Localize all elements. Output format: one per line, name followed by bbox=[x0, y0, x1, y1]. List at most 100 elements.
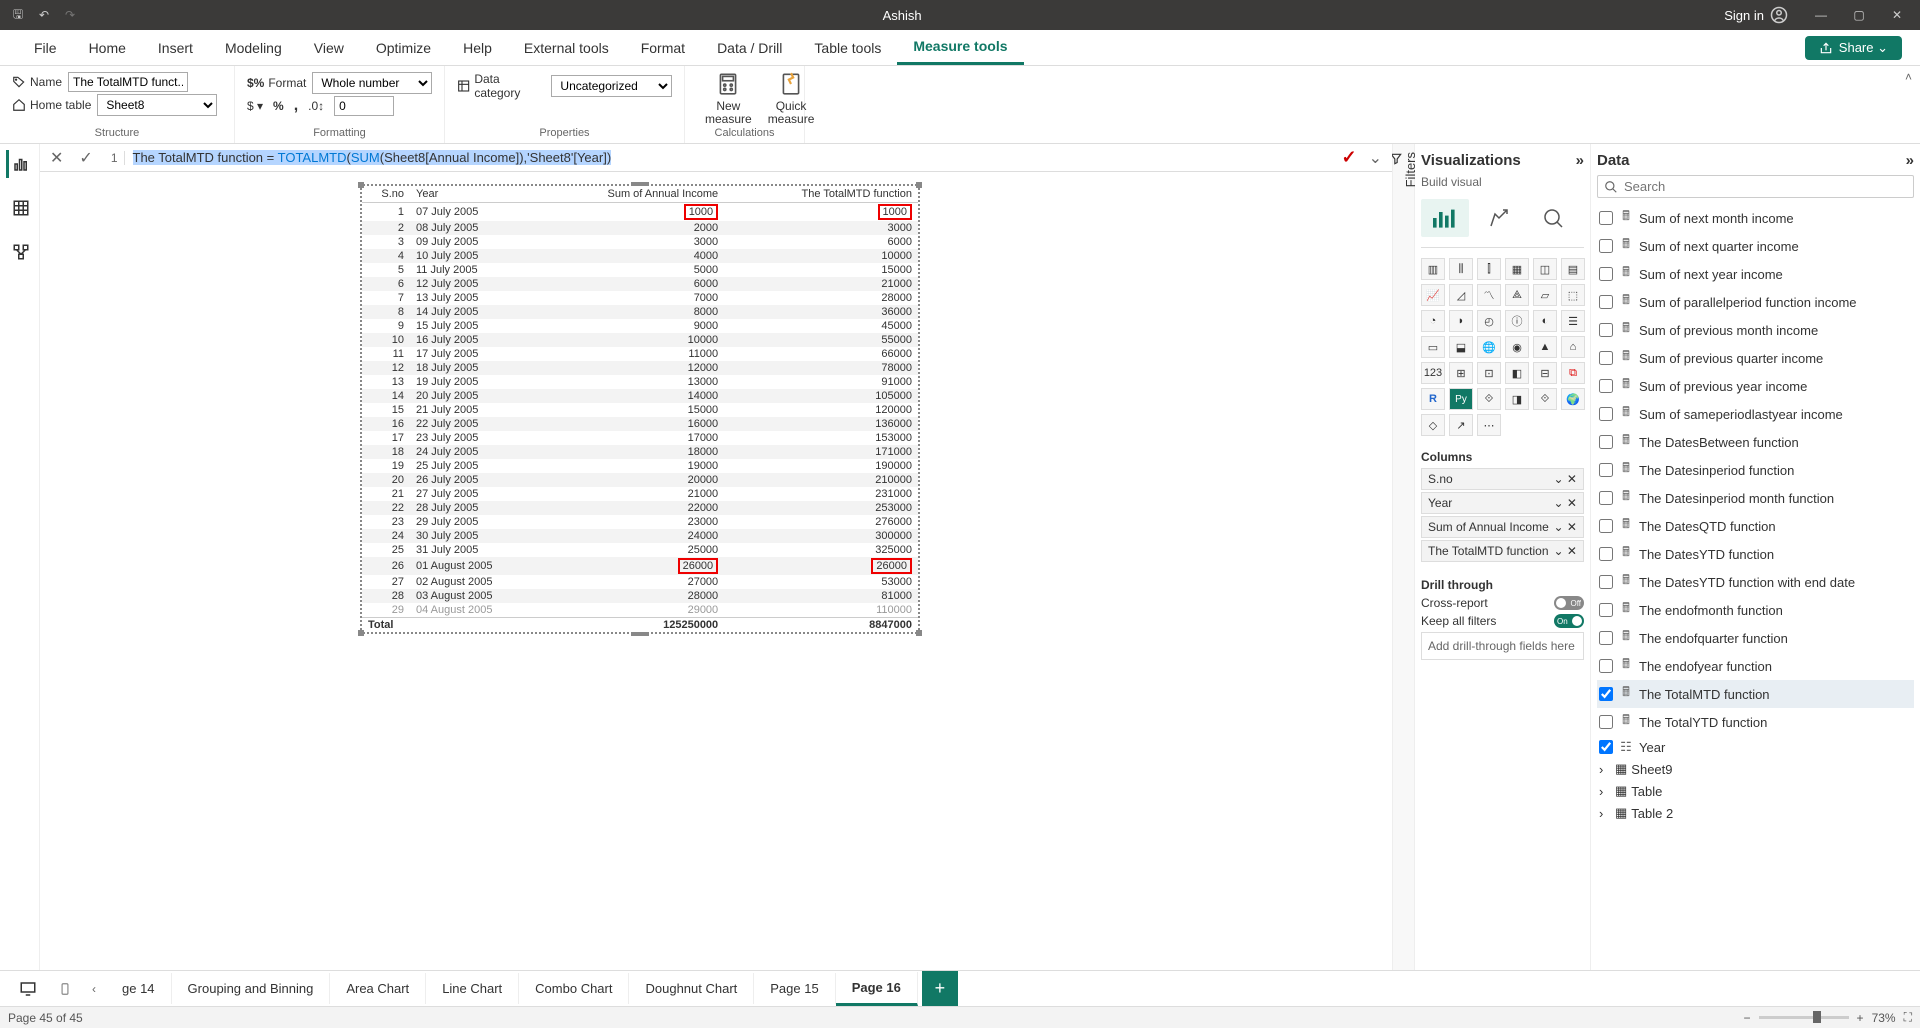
viz-type-icon[interactable]: ↗ bbox=[1449, 414, 1473, 436]
fit-page-icon[interactable]: ⛶ bbox=[1904, 1010, 1912, 1025]
field-checkbox[interactable] bbox=[1599, 715, 1613, 729]
collapse-ribbon-icon[interactable]: ˄ bbox=[1905, 70, 1912, 84]
viz-type-icon[interactable]: Py bbox=[1449, 388, 1473, 410]
viz-type-icon[interactable]: ⊞ bbox=[1449, 362, 1473, 384]
table-row[interactable]: 1117 July 20051100066000 bbox=[362, 347, 918, 361]
table-row[interactable]: 2531 July 200525000325000 bbox=[362, 543, 918, 557]
table-row[interactable]: 713 July 2005700028000 bbox=[362, 291, 918, 305]
field-item[interactable]: 🖩Sum of previous month income bbox=[1597, 316, 1914, 344]
page-tab[interactable]: Grouping and Binning bbox=[172, 973, 331, 1004]
viz-type-icon[interactable]: ⟐ bbox=[1533, 388, 1557, 410]
tab-optimize[interactable]: Optimize bbox=[360, 32, 447, 64]
viz-type-icon[interactable]: ▲ bbox=[1533, 336, 1557, 358]
table-row[interactable]: 2329 July 200523000276000 bbox=[362, 515, 918, 529]
tab-home[interactable]: Home bbox=[73, 32, 142, 64]
field-item[interactable]: 🖩Sum of sameperiodlastyear income bbox=[1597, 400, 1914, 428]
viz-type-icon[interactable]: ⟐ bbox=[1477, 388, 1501, 410]
field-checkbox[interactable] bbox=[1599, 351, 1613, 365]
field-item[interactable]: 🖩Sum of next month income bbox=[1597, 204, 1914, 232]
build-visual-tab[interactable] bbox=[1421, 199, 1469, 237]
field-item[interactable]: 🖩Sum of next year income bbox=[1597, 260, 1914, 288]
field-checkbox[interactable] bbox=[1599, 491, 1613, 505]
field-item[interactable]: 🖩The DatesYTD function bbox=[1597, 540, 1914, 568]
field-item[interactable]: 🖩The Datesinperiod function bbox=[1597, 456, 1914, 484]
tab-table-tools[interactable]: Table tools bbox=[798, 32, 897, 64]
viz-type-icon[interactable]: ◇ bbox=[1421, 414, 1445, 436]
collapse-viz-icon[interactable]: » bbox=[1576, 152, 1584, 169]
model-view-icon[interactable] bbox=[6, 238, 34, 266]
field-checkbox[interactable] bbox=[1599, 379, 1613, 393]
viz-type-icon[interactable]: ⫼ bbox=[1449, 258, 1473, 280]
viz-type-icon[interactable]: ⌂ bbox=[1561, 336, 1585, 358]
field-checkbox[interactable] bbox=[1599, 295, 1613, 309]
tab-format[interactable]: Format bbox=[625, 32, 701, 64]
table-row[interactable]: 2904 August 200529000110000 bbox=[362, 603, 918, 618]
field-checkbox[interactable] bbox=[1599, 463, 1613, 477]
table-row[interactable]: 1016 July 20051000055000 bbox=[362, 333, 918, 347]
viz-type-icon[interactable]: ▤ bbox=[1561, 258, 1585, 280]
cross-report-toggle[interactable]: Off bbox=[1554, 596, 1584, 610]
table-row[interactable]: 814 July 2005800036000 bbox=[362, 305, 918, 319]
save-icon[interactable]: 🖫 bbox=[8, 5, 28, 25]
field-checkbox[interactable] bbox=[1599, 267, 1613, 281]
field-checkbox[interactable] bbox=[1599, 519, 1613, 533]
table-row[interactable]: 612 July 2005600021000 bbox=[362, 277, 918, 291]
tab-help[interactable]: Help bbox=[447, 32, 508, 64]
data-category-select[interactable]: Uncategorized bbox=[551, 75, 672, 97]
collapse-data-icon[interactable]: » bbox=[1906, 152, 1914, 169]
table-row[interactable]: 1420 July 200514000105000 bbox=[362, 389, 918, 403]
search-input[interactable] bbox=[1624, 179, 1907, 194]
table-row[interactable]: 2026 July 200520000210000 bbox=[362, 473, 918, 487]
page-tab[interactable]: ge 14 bbox=[106, 973, 172, 1004]
field-item[interactable]: 🖩The endofmonth function bbox=[1597, 596, 1914, 624]
table-row[interactable]: 309 July 200530006000 bbox=[362, 235, 918, 249]
viz-type-icon[interactable]: 〽 bbox=[1477, 284, 1501, 306]
close-icon[interactable]: ✕ bbox=[1882, 8, 1912, 22]
viz-type-icon[interactable]: ◨ bbox=[1505, 388, 1529, 410]
tab-data-drill[interactable]: Data / Drill bbox=[701, 32, 798, 64]
viz-type-icon[interactable]: 123 bbox=[1421, 362, 1445, 384]
field-item[interactable]: ☷Year bbox=[1597, 736, 1914, 758]
viz-type-icon[interactable]: ◴ bbox=[1477, 310, 1501, 332]
viz-type-icon[interactable]: ⬓ bbox=[1449, 336, 1473, 358]
prev-page-icon[interactable]: ‹ bbox=[82, 982, 106, 996]
table-row[interactable]: 1218 July 20051200078000 bbox=[362, 361, 918, 375]
formula-text[interactable]: The TotalMTD function = TOTALMTD(SUM(She… bbox=[133, 150, 1326, 166]
field-well-item[interactable]: Sum of Annual Income⌄ ✕ bbox=[1421, 516, 1584, 538]
page-tab[interactable]: Page 16 bbox=[836, 972, 918, 1006]
tab-modeling[interactable]: Modeling bbox=[209, 32, 298, 64]
field-item[interactable]: 🖩Sum of previous year income bbox=[1597, 372, 1914, 400]
comma-icon[interactable]: , bbox=[294, 97, 298, 115]
field-item[interactable]: 🖩The TotalYTD function bbox=[1597, 708, 1914, 736]
undo-icon[interactable]: ↶ bbox=[34, 5, 54, 25]
table-row[interactable]: 107 July 200510001000 bbox=[362, 203, 918, 222]
viz-type-icon[interactable]: ⊡ bbox=[1477, 362, 1501, 384]
page-tab[interactable]: Combo Chart bbox=[519, 973, 629, 1004]
home-table-select[interactable]: Sheet8 bbox=[97, 94, 217, 116]
zoom-in-icon[interactable]: + bbox=[1857, 1011, 1864, 1025]
viz-type-icon[interactable]: ⊟ bbox=[1533, 362, 1557, 384]
viz-type-icon[interactable]: 🌐 bbox=[1477, 336, 1501, 358]
table-row[interactable]: 1319 July 20051300091000 bbox=[362, 375, 918, 389]
new-measure-button[interactable]: New measure bbox=[697, 70, 760, 126]
format-visual-tab[interactable] bbox=[1475, 199, 1523, 237]
field-checkbox[interactable] bbox=[1599, 323, 1613, 337]
field-item[interactable]: 🖩Sum of next quarter income bbox=[1597, 232, 1914, 260]
add-page-button[interactable]: + bbox=[922, 971, 958, 1006]
canvas[interactable]: ✕ ✓ 1 The TotalMTD function = TOTALMTD(S… bbox=[40, 144, 1392, 970]
add-drill-fields[interactable]: Add drill-through fields here bbox=[1421, 632, 1584, 660]
field-well-item[interactable]: Year⌄ ✕ bbox=[1421, 492, 1584, 514]
viz-type-icon[interactable]: ▦ bbox=[1505, 258, 1529, 280]
field-checkbox[interactable] bbox=[1599, 239, 1613, 253]
redo-icon[interactable]: ↷ bbox=[60, 5, 80, 25]
field-item[interactable]: 🖩The DatesBetween function bbox=[1597, 428, 1914, 456]
table-row[interactable]: 2430 July 200524000300000 bbox=[362, 529, 918, 543]
viz-type-icon[interactable]: ⓘ bbox=[1505, 310, 1529, 332]
field-checkbox[interactable] bbox=[1599, 687, 1613, 701]
keep-all-toggle[interactable]: On bbox=[1554, 614, 1584, 628]
field-checkbox[interactable] bbox=[1599, 547, 1613, 561]
expand-formula-icon[interactable]: ⌄ bbox=[1365, 148, 1386, 168]
field-item[interactable]: 🖩The endofquarter function bbox=[1597, 624, 1914, 652]
viz-type-icon[interactable]: ◗ bbox=[1449, 310, 1473, 332]
table-row[interactable]: 410 July 2005400010000 bbox=[362, 249, 918, 263]
